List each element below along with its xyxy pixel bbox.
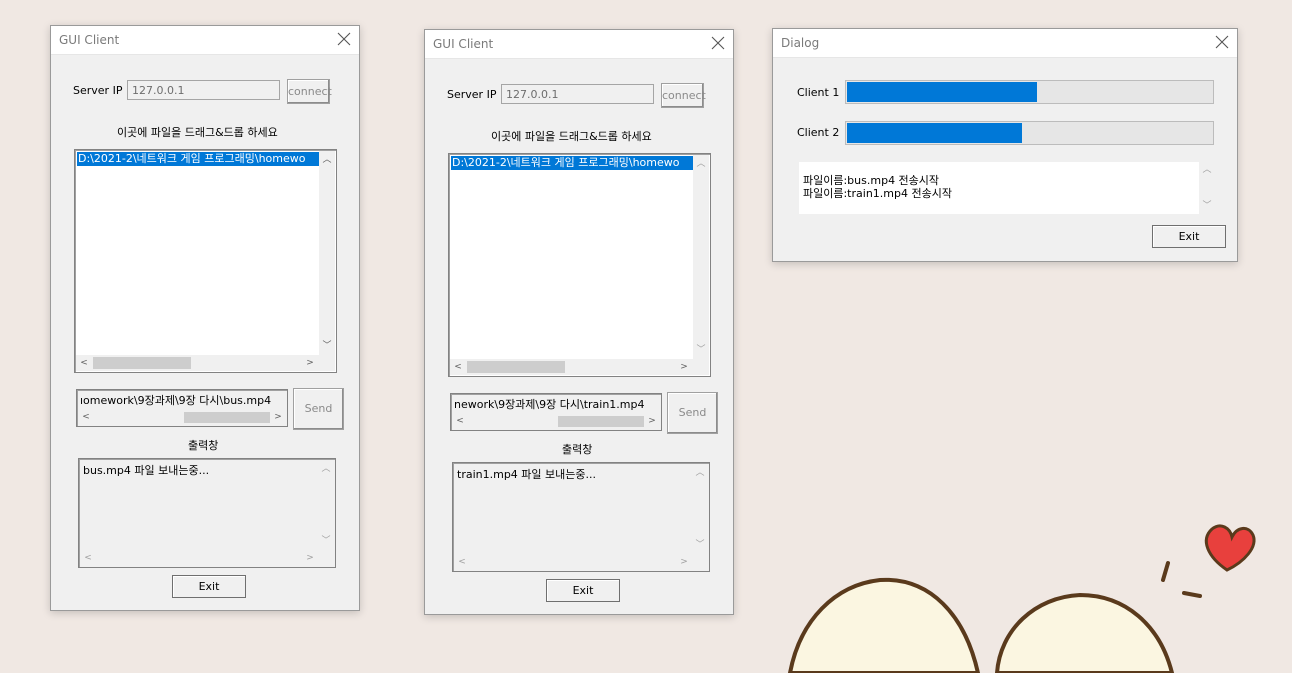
scroll-right-arrow-icon[interactable]: >: [679, 557, 689, 567]
bun-left: [787, 577, 981, 673]
horizontal-scrollbar[interactable]: < >: [452, 414, 660, 429]
mark-line: [1182, 591, 1202, 598]
dialog-window: Dialog Client 1 Client 2 파일이름:bus.mp4 전송…: [772, 28, 1238, 262]
exit-button[interactable]: Exit: [1152, 225, 1226, 248]
list-item[interactable]: D:\2021-2\네트워크 게임 프로그래밍\homewo: [451, 156, 694, 170]
bun-right: [994, 592, 1175, 673]
file-path-text: ıomework\9장과제\9장 다시\bus.mp4: [80, 394, 272, 407]
scroll-left-arrow-icon[interactable]: <: [83, 553, 93, 563]
connect-button[interactable]: connect: [287, 79, 332, 104]
scroll-right-arrow-icon[interactable]: >: [273, 412, 283, 422]
scroll-thumb[interactable]: [93, 357, 191, 369]
server-ip-field[interactable]: 127.0.0.1: [501, 84, 654, 104]
exit-button[interactable]: Exit: [172, 575, 246, 598]
server-ip-label: Server IP: [447, 88, 497, 101]
close-icon[interactable]: [709, 34, 727, 52]
scroll-up-arrow-icon[interactable]: ︿: [321, 464, 331, 474]
file-drop-list[interactable]: D:\2021-2\네트워크 게임 프로그래밍\homewo ︿ ﹀ < >: [448, 153, 711, 377]
file-path-text: nework\9장과제\9장 다시\train1.mp4: [454, 398, 645, 411]
scroll-left-arrow-icon[interactable]: <: [457, 557, 467, 567]
scroll-up-arrow-icon[interactable]: ︿: [696, 159, 706, 169]
log-box[interactable]: 파일이름:bus.mp4 전송시작 파일이름:train1.mp4 전송시작: [799, 162, 1199, 214]
output-label: 출력창: [562, 443, 593, 456]
scroll-up-arrow-icon[interactable]: ︿: [322, 155, 332, 165]
horizontal-scrollbar[interactable]: < >: [80, 550, 334, 566]
scroll-left-arrow-icon[interactable]: <: [455, 416, 465, 426]
scroll-left-arrow-icon[interactable]: <: [453, 362, 463, 372]
window-title: Dialog: [781, 36, 820, 50]
scroll-left-arrow-icon[interactable]: <: [81, 412, 91, 422]
gui-client-window-2: GUI Client Server IP 127.0.0.1 connect 이…: [424, 29, 734, 615]
client2-progress-fill: [847, 123, 1022, 143]
close-icon[interactable]: [1213, 33, 1231, 51]
output-box[interactable]: bus.mp4 파일 보내는중... ︿ ﹀ < >: [78, 458, 336, 568]
horizontal-scrollbar[interactable]: < >: [450, 359, 709, 375]
send-button[interactable]: Send: [293, 388, 344, 430]
scroll-up-arrow-icon[interactable]: ︿: [695, 468, 705, 478]
gui-client-window-1: GUI Client Server IP 127.0.0.1 connect 이…: [50, 25, 360, 611]
vertical-scrollbar[interactable]: ︿ ﹀: [692, 464, 708, 554]
client1-progress-bar: [845, 80, 1214, 104]
log-line: 파일이름:bus.mp4 전송시작: [803, 174, 940, 187]
close-icon[interactable]: [335, 30, 353, 48]
vertical-scrollbar[interactable]: ︿ ﹀: [693, 155, 709, 359]
title-bar[interactable]: GUI Client: [51, 26, 359, 55]
scroll-right-arrow-icon[interactable]: >: [305, 358, 315, 368]
vertical-scrollbar[interactable]: ︿ ﹀: [318, 460, 334, 550]
scroll-thumb[interactable]: [184, 412, 270, 423]
drop-hint-label: 이곳에 파일을 드래그&드롭 하세요: [117, 126, 278, 139]
file-path-field[interactable]: nework\9장과제\9장 다시\train1.mp4 < >: [450, 393, 662, 431]
window-title: GUI Client: [433, 37, 494, 51]
title-bar[interactable]: GUI Client: [425, 30, 733, 59]
scroll-down-arrow-icon[interactable]: ﹀: [321, 536, 331, 546]
scroll-right-arrow-icon[interactable]: >: [679, 362, 689, 372]
list-item[interactable]: D:\2021-2\네트워크 게임 프로그래밍\homewo: [77, 152, 320, 166]
log-line: 파일이름:train1.mp4 전송시작: [803, 187, 952, 200]
scroll-up-arrow-icon[interactable]: ︿: [1202, 165, 1212, 175]
server-ip-label: Server IP: [73, 84, 123, 97]
title-bar[interactable]: Dialog: [773, 29, 1237, 58]
scroll-down-arrow-icon[interactable]: ﹀: [1202, 201, 1212, 211]
exit-button[interactable]: Exit: [546, 579, 620, 602]
send-button[interactable]: Send: [667, 392, 718, 434]
scroll-down-arrow-icon[interactable]: ﹀: [696, 345, 706, 355]
client2-progress-bar: [845, 121, 1214, 145]
output-text: bus.mp4 파일 보내는중...: [83, 464, 210, 477]
vertical-scrollbar[interactable]: ︿ ﹀: [319, 151, 335, 355]
horizontal-scrollbar[interactable]: < >: [76, 355, 335, 371]
window-title: GUI Client: [59, 33, 120, 47]
horizontal-scrollbar[interactable]: < >: [454, 554, 708, 570]
output-text: train1.mp4 파일 보내는중...: [457, 468, 596, 481]
mark-line: [1161, 561, 1170, 582]
scroll-thumb[interactable]: [467, 361, 565, 373]
character-illustration: [787, 524, 1256, 673]
output-label: 출력창: [188, 439, 219, 452]
scroll-right-arrow-icon[interactable]: >: [647, 416, 657, 426]
scroll-left-arrow-icon[interactable]: <: [79, 358, 89, 368]
scroll-down-arrow-icon[interactable]: ﹀: [695, 540, 705, 550]
file-path-field[interactable]: ıomework\9장과제\9장 다시\bus.mp4 < >: [76, 389, 288, 427]
file-drop-list[interactable]: D:\2021-2\네트워크 게임 프로그래밍\homewo ︿ ﹀ < >: [74, 149, 337, 373]
scroll-down-arrow-icon[interactable]: ﹀: [322, 341, 332, 351]
drop-hint-label: 이곳에 파일을 드래그&드롭 하세요: [491, 130, 652, 143]
client1-label: Client 1: [797, 86, 840, 99]
scroll-right-arrow-icon[interactable]: >: [305, 553, 315, 563]
output-box[interactable]: train1.mp4 파일 보내는중... ︿ ﹀ < >: [452, 462, 710, 572]
heart-icon: [1204, 524, 1256, 572]
client2-label: Client 2: [797, 126, 840, 139]
client1-progress-fill: [847, 82, 1037, 102]
horizontal-scrollbar[interactable]: < >: [78, 410, 286, 425]
scroll-thumb[interactable]: [558, 416, 644, 427]
connect-button[interactable]: connect: [661, 83, 706, 108]
server-ip-field[interactable]: 127.0.0.1: [127, 80, 280, 100]
